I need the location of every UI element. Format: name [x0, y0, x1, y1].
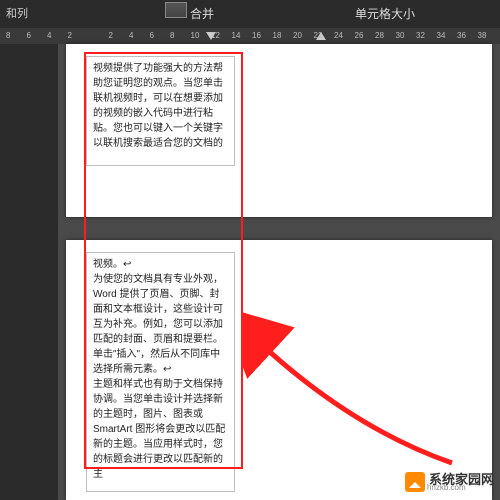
page-2[interactable]: 视频。↩ 为使您的文档具有专业外观，Word 提供了页眉、页脚、封面和文本框设计…	[66, 240, 492, 500]
table-cell-page1[interactable]: 视频提供了功能强大的方法帮助您证明您的观点。当您单击联机视频时，可以在想要添加的…	[86, 56, 235, 166]
ribbon-group-merge[interactable]: 合并	[190, 5, 214, 22]
ruler-tick: 34	[437, 30, 446, 42]
ruler-tick: 6	[27, 30, 31, 42]
ruler-tick: 36	[457, 30, 466, 42]
ruler-tick: 24	[334, 30, 343, 42]
horizontal-ruler[interactable]: 86422468101214161820222426283032343638	[0, 28, 500, 44]
app-root: 和列 合并 单元格大小 8642246810121416182022242628…	[0, 0, 500, 500]
ribbon-bar: 和列 合并 单元格大小	[0, 0, 500, 28]
ruler-tick: 4	[47, 30, 51, 42]
watermark-text-en: hnzkb.com	[427, 484, 494, 492]
page-1[interactable]: 视频提供了功能强大的方法帮助您证明您的观点。当您单击联机视频时，可以在想要添加的…	[66, 44, 492, 217]
ruler-tick: 12	[211, 30, 220, 42]
vertical-ruler[interactable]	[0, 44, 58, 500]
ruler-tick: 14	[232, 30, 241, 42]
ruler-tick: 38	[478, 30, 487, 42]
ruler-tick: 26	[355, 30, 364, 42]
ribbon-group-rows-cols[interactable]: 和列	[0, 4, 34, 24]
document-canvas[interactable]: 视频提供了功能强大的方法帮助您证明您的观点。当您单击联机视频时，可以在想要添加的…	[58, 44, 500, 500]
ruler-tick: 20	[293, 30, 302, 42]
ruler-tick: 6	[150, 30, 154, 42]
ruler-tick: 2	[109, 30, 113, 42]
ruler-tick: 22	[314, 30, 323, 42]
watermark: 系统家园网 hnzkb.com	[405, 472, 494, 492]
ruler-tick: 30	[396, 30, 405, 42]
ribbon-group-cell-size[interactable]: 单元格大小	[355, 5, 415, 22]
merge-icon[interactable]	[165, 2, 187, 18]
ruler-tick: 32	[416, 30, 425, 42]
watermark-logo-icon	[405, 472, 425, 492]
ruler-tick: 16	[252, 30, 261, 42]
ruler-tick: 10	[191, 30, 200, 42]
ruler-tick: 8	[170, 30, 174, 42]
table-cell-page2[interactable]: 视频。↩ 为使您的文档具有专业外观，Word 提供了页眉、页脚、封面和文本框设计…	[86, 252, 235, 492]
ruler-tick: 4	[129, 30, 133, 42]
ruler-tick: 28	[375, 30, 384, 42]
ruler-tick: 2	[68, 30, 72, 42]
ruler-tick: 8	[6, 30, 10, 42]
ruler-tick: 18	[273, 30, 282, 42]
